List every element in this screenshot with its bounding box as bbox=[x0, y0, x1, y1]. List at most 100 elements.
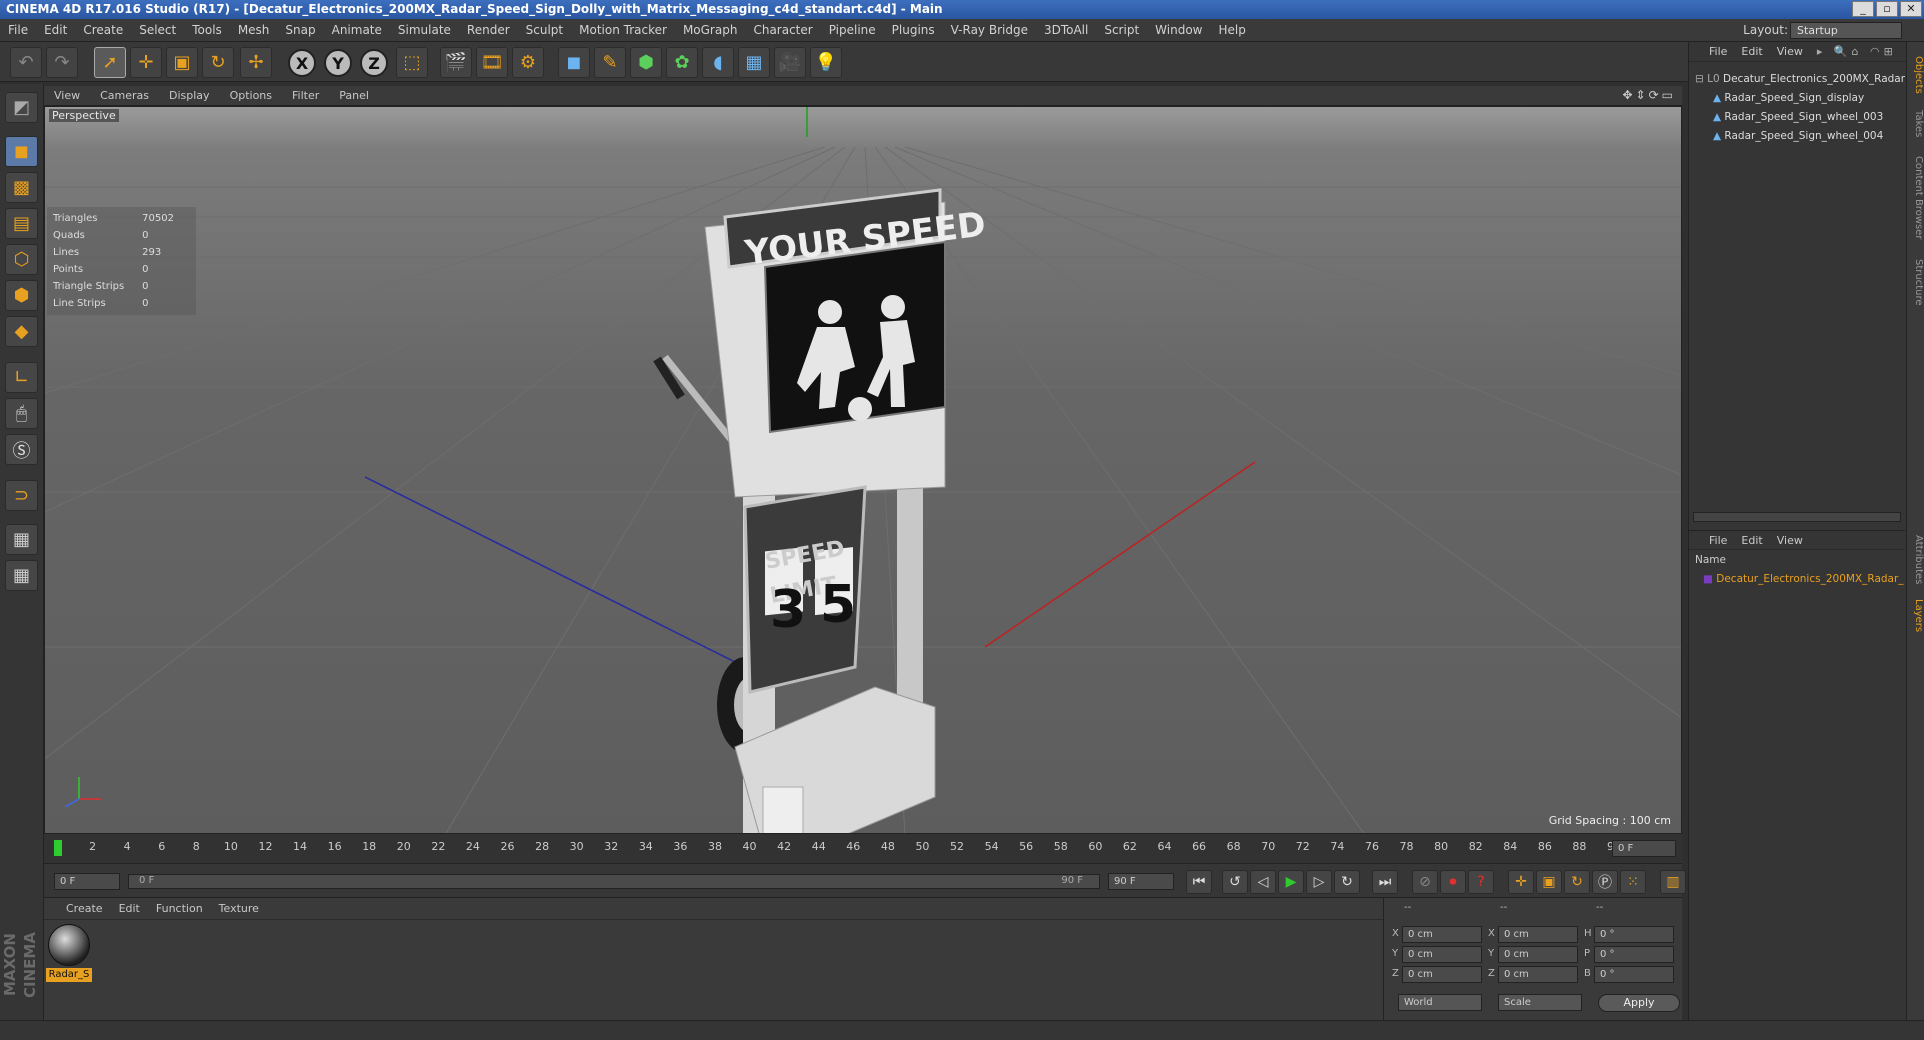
select-cursor-icon[interactable]: ➚ bbox=[94, 47, 126, 78]
end-frame-field[interactable]: 90 F bbox=[1108, 873, 1174, 890]
minimize-button[interactable]: _ bbox=[1852, 1, 1874, 17]
menu-snap[interactable]: Snap bbox=[277, 19, 323, 42]
rotation-h-field[interactable]: 0 ° bbox=[1594, 926, 1674, 943]
play-icon[interactable]: ▶ bbox=[1278, 870, 1304, 894]
scale-mode-select[interactable]: Scale bbox=[1498, 994, 1582, 1011]
timeline-ruler[interactable]: 0246810121416182022242628303234363840424… bbox=[44, 834, 1682, 864]
x-axis-lock-icon[interactable]: X bbox=[288, 49, 316, 77]
make-editable-icon[interactable]: ◩ bbox=[5, 92, 38, 123]
viewport-menu-display[interactable]: Display bbox=[159, 86, 220, 106]
render-picture-viewer-icon[interactable]: 🎞 bbox=[476, 47, 508, 78]
tab-content-browser[interactable]: Content Browser bbox=[1908, 148, 1924, 248]
size-y-field[interactable]: 0 cm bbox=[1498, 946, 1578, 963]
polygons-mode-icon[interactable]: ◆ bbox=[5, 316, 38, 347]
viewport-menu-view[interactable]: View bbox=[44, 86, 90, 106]
light-bulb-icon[interactable]: 💡 bbox=[810, 47, 842, 78]
key-pla-icon[interactable]: ⁙ bbox=[1620, 870, 1646, 894]
deformer-icon[interactable]: ◖ bbox=[702, 47, 734, 78]
maximize-button[interactable]: ▫ bbox=[1876, 1, 1898, 17]
cube-primitive-icon[interactable]: ◼ bbox=[558, 47, 590, 78]
next-key-icon[interactable]: ↻ bbox=[1334, 870, 1360, 894]
start-frame-field[interactable]: 0 F bbox=[54, 873, 120, 890]
tweak-mode-icon[interactable]: 🖱 bbox=[5, 398, 38, 429]
playhead-marker[interactable] bbox=[54, 840, 62, 856]
scale-icon[interactable]: ▣ bbox=[166, 47, 198, 78]
object-tree-root[interactable]: ⊟ L0 Decatur_Electronics_200MX_Radar_S bbox=[1689, 70, 1905, 88]
tab-attributes[interactable]: Attributes bbox=[1908, 530, 1924, 590]
object-manager-scrollbar[interactable] bbox=[1693, 512, 1901, 522]
menu-pipeline[interactable]: Pipeline bbox=[821, 19, 884, 42]
menu-3dtoall[interactable]: 3DToAll bbox=[1036, 19, 1096, 42]
snap-magnet-icon[interactable]: ⊃ bbox=[5, 480, 38, 511]
render-settings-icon[interactable]: ⚙ bbox=[512, 47, 544, 78]
y-axis-lock-icon[interactable]: Y bbox=[324, 49, 352, 77]
object-tree-item[interactable]: ▲ Radar_Speed_Sign_wheel_003 bbox=[1689, 108, 1905, 126]
current-frame-field[interactable]: 0 F bbox=[1612, 840, 1676, 857]
timeline-window-icon[interactable]: ▥ bbox=[1660, 870, 1686, 894]
key-parameter-icon[interactable]: Ⓟ bbox=[1592, 870, 1618, 894]
camera-icon[interactable]: 🎥 bbox=[774, 47, 806, 78]
apply-button[interactable]: Apply bbox=[1598, 994, 1680, 1012]
layer-menu-edit[interactable]: Edit bbox=[1734, 531, 1769, 551]
preview-range-slider[interactable]: 0 F 90 F bbox=[128, 874, 1100, 889]
move-icon[interactable]: ✛ bbox=[130, 47, 162, 78]
menu-mesh[interactable]: Mesh bbox=[230, 19, 278, 42]
nurbs-icon[interactable]: ⬢ bbox=[630, 47, 662, 78]
autokey-icon[interactable]: ⏺ bbox=[1440, 870, 1466, 894]
layer-menu-view[interactable]: View bbox=[1770, 531, 1810, 551]
object-menu-view[interactable]: View bbox=[1770, 42, 1810, 62]
menu-select[interactable]: Select bbox=[131, 19, 184, 42]
rotation-p-field[interactable]: 0 ° bbox=[1594, 946, 1674, 963]
key-rotation-icon[interactable]: ↻ bbox=[1564, 870, 1590, 894]
viewport-menu-cameras[interactable]: Cameras bbox=[90, 86, 159, 106]
workplane-mode-icon[interactable]: ▤ bbox=[5, 208, 38, 239]
go-to-start-icon[interactable]: ⏮ bbox=[1186, 870, 1212, 894]
coordinate-mode-select[interactable]: World bbox=[1398, 994, 1482, 1011]
texture-mode-icon[interactable]: ▩ bbox=[5, 172, 38, 203]
material-menu-texture[interactable]: Texture bbox=[211, 898, 267, 920]
menu-simulate[interactable]: Simulate bbox=[390, 19, 459, 42]
menu-create[interactable]: Create bbox=[75, 19, 131, 42]
workplane-grid-icon[interactable]: ▦ bbox=[5, 560, 38, 591]
model-mode-icon[interactable]: ◼ bbox=[5, 136, 38, 167]
object-menu-edit[interactable]: Edit bbox=[1734, 42, 1769, 62]
workplane-lock-icon[interactable]: ▦ bbox=[5, 524, 38, 555]
menu-vray-bridge[interactable]: V-Ray Bridge bbox=[943, 19, 1036, 42]
viewport-menu-filter[interactable]: Filter bbox=[282, 86, 329, 106]
object-manager-tool-icons[interactable]: ▸ 🔍⌂ ◠⊞ bbox=[1810, 42, 1904, 62]
menu-motion-tracker[interactable]: Motion Tracker bbox=[571, 19, 675, 42]
object-menu-file[interactable]: File bbox=[1689, 42, 1734, 62]
material-menu-edit[interactable]: Edit bbox=[111, 898, 148, 920]
next-frame-icon[interactable]: ▷ bbox=[1306, 870, 1332, 894]
previous-frame-icon[interactable]: ◁ bbox=[1250, 870, 1276, 894]
solo-mode-icon[interactable]: Ⓢ bbox=[5, 434, 38, 465]
coordinate-system-icon[interactable]: ⬚ bbox=[396, 47, 428, 78]
previous-key-icon[interactable]: ↺ bbox=[1222, 870, 1248, 894]
menu-edit[interactable]: Edit bbox=[36, 19, 75, 42]
position-z-field[interactable]: 0 cm bbox=[1402, 966, 1482, 983]
position-x-field[interactable]: 0 cm bbox=[1402, 926, 1482, 943]
object-tree-item[interactable]: ▲ Radar_Speed_Sign_display bbox=[1689, 89, 1905, 107]
go-to-end-icon[interactable]: ⏭ bbox=[1372, 870, 1398, 894]
menu-tools[interactable]: Tools bbox=[184, 19, 230, 42]
mograph-cloner-icon[interactable]: ✿ bbox=[666, 47, 698, 78]
menu-help[interactable]: Help bbox=[1210, 19, 1253, 42]
object-tree-item[interactable]: ▲ Radar_Speed_Sign_wheel_004 bbox=[1689, 127, 1905, 145]
menu-mograph[interactable]: MoGraph bbox=[675, 19, 746, 42]
material-name[interactable]: Radar_S bbox=[46, 968, 92, 982]
radar-speed-sign-model[interactable] bbox=[653, 188, 946, 834]
tab-objects[interactable]: Objects bbox=[1908, 50, 1924, 100]
rotate-icon[interactable]: ↻ bbox=[202, 47, 234, 78]
key-position-icon[interactable]: ✛ bbox=[1508, 870, 1534, 894]
undo-icon[interactable]: ↶ bbox=[10, 47, 42, 78]
position-y-field[interactable]: 0 cm bbox=[1402, 946, 1482, 963]
floor-scene-icon[interactable]: ▦ bbox=[738, 47, 770, 78]
menu-character[interactable]: Character bbox=[745, 19, 820, 42]
layout-select[interactable]: Startup bbox=[1790, 22, 1902, 39]
material-menu-function[interactable]: Function bbox=[148, 898, 211, 920]
menu-script[interactable]: Script bbox=[1096, 19, 1147, 42]
tab-layers[interactable]: Layers bbox=[1908, 594, 1924, 638]
rotation-b-field[interactable]: 0 ° bbox=[1594, 966, 1674, 983]
transform-icon[interactable]: ✢ bbox=[240, 47, 272, 78]
layer-menu-file[interactable]: File bbox=[1689, 531, 1734, 551]
